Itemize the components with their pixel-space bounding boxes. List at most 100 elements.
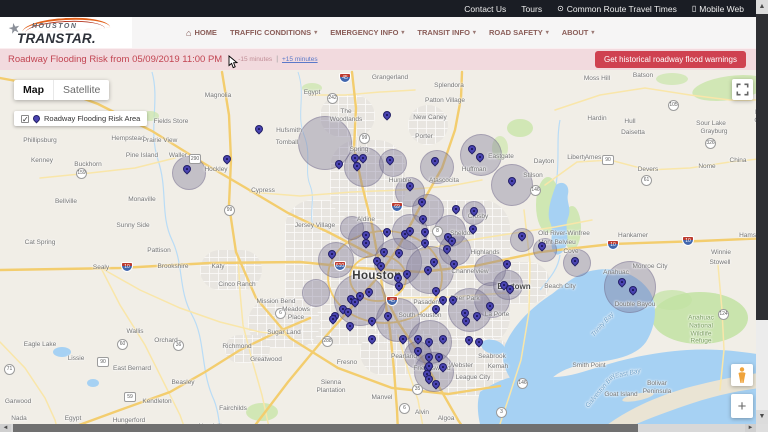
flood-warning-pin[interactable] [437, 294, 449, 306]
mobile-web-link[interactable]: ▯ Mobile Web [692, 4, 744, 14]
road-shield-35: 35 [412, 384, 423, 395]
flood-risk-title: Roadway Flooding Risk from 05/09/2019 11… [8, 54, 223, 65]
phone-icon: ▯ [691, 4, 697, 13]
map-label: Nome [698, 163, 716, 171]
legend-label: Roadway Flooding Risk Area [44, 114, 141, 123]
nav-item-emergency-info[interactable]: EMERGENCY INFO ▾ [330, 28, 404, 37]
horizontal-scrollbar-thumb[interactable] [13, 424, 638, 432]
scroll-down-arrow[interactable]: ▼ [756, 410, 768, 424]
map-type-map-button[interactable]: Map [14, 80, 53, 100]
nav-item-home[interactable]: ⌂ HOME [186, 28, 217, 38]
flood-warning-pin[interactable] [366, 333, 378, 345]
flood-warning-pin[interactable] [221, 153, 233, 165]
map-label: Monaville [128, 196, 156, 204]
map-label: Cinco Ranch [218, 281, 256, 289]
fullscreen-icon [736, 83, 749, 96]
map-label: Smith Point [572, 362, 606, 370]
map-label: Hull [624, 118, 636, 126]
fullscreen-button[interactable] [732, 79, 753, 100]
mobile-web-label: Mobile Web [699, 3, 744, 14]
map-label: Patton Village [425, 97, 465, 105]
map-label: Batson [632, 72, 654, 80]
flood-warning-pin[interactable] [253, 123, 265, 135]
nav-item-transit-info[interactable]: TRANSIT INFO ▾ [417, 28, 476, 37]
road-shield-10: 10 [607, 240, 619, 250]
map-label: Beasley [171, 379, 195, 387]
map-label: Beach City [544, 283, 576, 291]
logo-transtar-text: TRANSTAR. [17, 31, 96, 46]
street-view-pegman-button[interactable] [731, 364, 753, 386]
map-label: China [729, 157, 747, 165]
map-label: Cypress [251, 187, 275, 195]
map-label: Lissie [67, 355, 85, 363]
flood-warning-pin[interactable] [450, 203, 462, 215]
flood-warning-pin[interactable] [381, 109, 393, 121]
road-shield-146: 146 [517, 378, 528, 389]
chevron-down-icon: ▾ [591, 30, 595, 36]
chevron-down-icon: ▾ [545, 30, 549, 36]
zoom-in-button[interactable]: + [731, 394, 753, 418]
flood-warning-pin[interactable] [430, 303, 442, 315]
common-route-label: Common Route Travel Times [566, 3, 677, 14]
flood-warning-pin[interactable] [463, 334, 475, 346]
road-shield-6: 6 [399, 403, 410, 414]
legend-checkbox[interactable]: ✓ [21, 114, 29, 123]
map-label: Ames [584, 154, 602, 162]
map-type-satellite-button[interactable]: Satellite [53, 80, 109, 100]
road-shield-60: 60 [117, 339, 128, 350]
contact-us-link[interactable]: Contact Us [464, 4, 506, 14]
map-label: Magnolia [204, 92, 232, 100]
vertical-scrollbar[interactable]: ▲ ▼ [756, 0, 768, 424]
road-shield-242: 242 [327, 93, 338, 104]
map-label: Dayton [533, 158, 555, 166]
tours-label: Tours [521, 3, 543, 14]
map-label: Pine Island [125, 152, 159, 160]
time-separator: | [276, 56, 279, 63]
home-icon: ⌂ [186, 27, 192, 38]
map-label: Bellville [54, 198, 78, 206]
historical-warnings-button[interactable]: Get historical roadway flood warnings [595, 51, 746, 68]
time-back-link[interactable]: -15 minutes [238, 56, 272, 63]
map-label: Fairchilds [219, 405, 247, 413]
scroll-right-arrow[interactable]: ► [745, 424, 756, 432]
nav-item-about[interactable]: ABOUT ▾ [562, 28, 595, 37]
map-label: Hungerford [112, 417, 146, 424]
map-label: Eagle Lake [23, 341, 57, 349]
nav-transit-label: TRANSIT INFO [417, 28, 470, 37]
map-label: Moss Hill [583, 75, 611, 83]
road-shield-10: 10 [682, 236, 694, 246]
map-label: Egypt [303, 89, 321, 97]
map-label: Alvin [414, 409, 430, 417]
flood-risk-area-circle [379, 149, 407, 177]
map-label: Richmond [222, 343, 252, 351]
map-label: Pattison [147, 247, 171, 255]
time-forward-link[interactable]: +15 minutes [282, 56, 318, 63]
nav-item-road-safety[interactable]: ROAD SAFETY ▾ [489, 28, 549, 37]
chevron-down-icon: ▾ [314, 30, 318, 36]
map-label: Liberty [567, 154, 587, 162]
houston-transtar-logo[interactable]: ★ HOUSTON TRANSTAR. [6, 15, 138, 48]
flood-warning-pin[interactable] [473, 336, 485, 348]
map-label: Hankamer [618, 232, 648, 240]
horizontal-scrollbar[interactable]: ◄ ► [0, 424, 756, 432]
browser-viewport: Contact Us Tours ⊙ Common Route Travel Ti… [0, 0, 768, 432]
vertical-scrollbar-thumb[interactable] [756, 14, 768, 320]
map-label: Sour Lake [696, 120, 726, 128]
map-label: Galveston Bay [584, 372, 617, 410]
flood-risk-map[interactable]: 45 45 10 10 10 69 610 8 99 99 105 146 146 326 61 124 71 3… [0, 70, 756, 424]
common-route-travel-times-link[interactable]: ⊙ Common Route Travel Times [557, 4, 677, 14]
flood-warning-pin[interactable] [467, 223, 479, 235]
tours-link[interactable]: Tours [521, 4, 542, 14]
road-shield-159: 159 [76, 168, 87, 179]
map-label: Kemah [487, 363, 509, 371]
scroll-left-arrow[interactable]: ◄ [0, 424, 11, 432]
map-label: Hardin [587, 115, 607, 123]
map-label: East Bernard [113, 365, 151, 373]
map-label: Algoa [437, 415, 455, 423]
road-shield-99: 99 [359, 133, 370, 144]
map-label: Hamshire [739, 232, 756, 240]
nav-home-label: HOME [194, 28, 217, 37]
nav-item-traffic-conditions[interactable]: TRAFFIC CONDITIONS ▾ [230, 28, 317, 37]
scroll-up-arrow[interactable]: ▲ [756, 0, 768, 14]
map-type-control: Map Satellite [14, 80, 110, 100]
